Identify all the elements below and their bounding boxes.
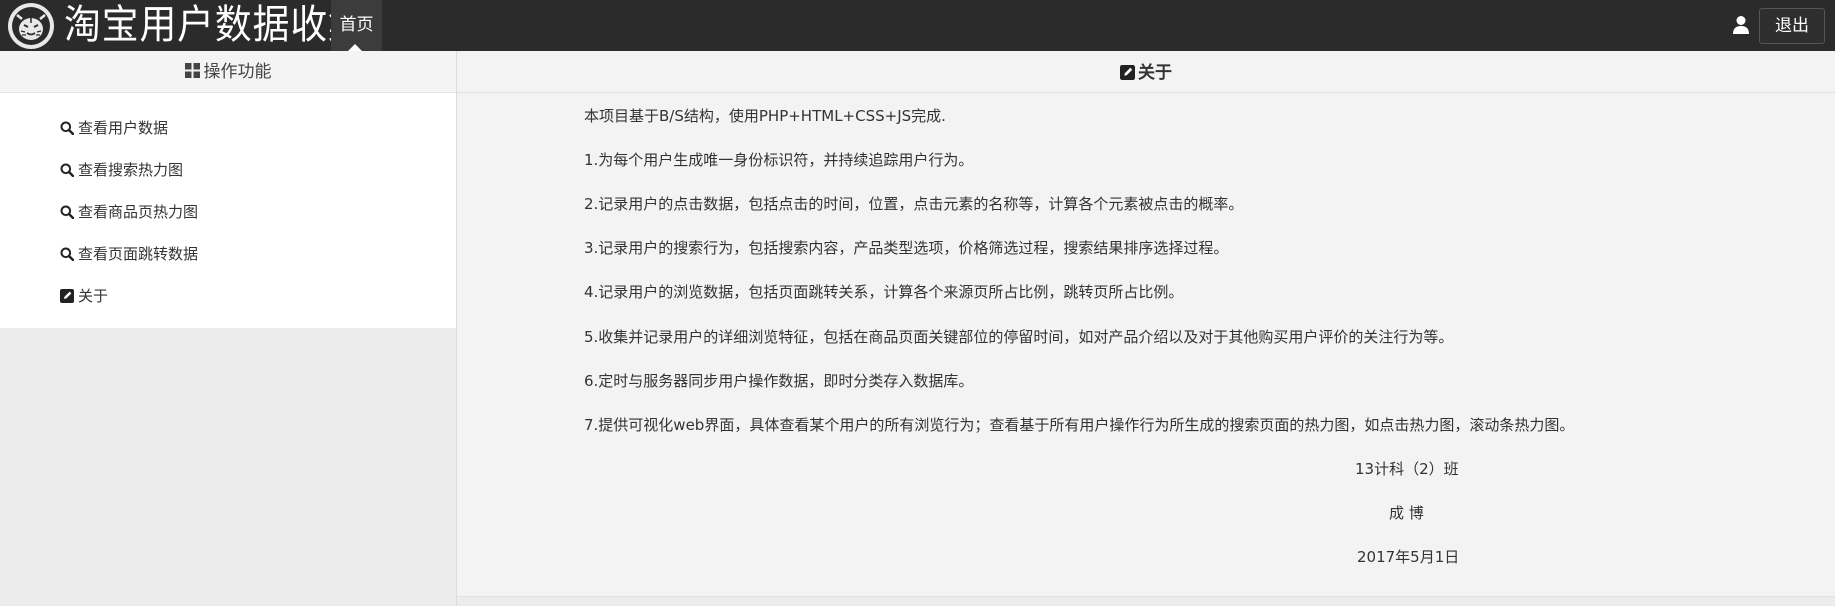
signature-class: 13计科（2）班 [1355, 460, 1459, 478]
page-title: 关于 [457, 51, 1835, 93]
brand-title[interactable]: 淘宝用户数据收集 [64, 0, 366, 51]
feature-item-6: 6.定时与服务器同步用户操作数据，即时分类存入数据库。 [584, 372, 974, 390]
sidebar-item-label: 查看页面跳转数据 [78, 245, 199, 263]
sidebar-item-label: 查看搜索热力图 [78, 161, 184, 179]
sidebar-item-label: 关于 [78, 287, 109, 305]
edit-icon [60, 289, 74, 303]
sidebar-item-product-heatmap[interactable]: 查看商品页热力图 [60, 199, 198, 225]
sidebar-item-page-jump-data[interactable]: 查看页面跳转数据 [60, 241, 198, 267]
user-icon[interactable] [1732, 15, 1750, 35]
search-icon [60, 163, 75, 178]
feature-item-1: 1.为每个用户生成唯一身份标识符，并持续追踪用户行为。 [584, 151, 974, 169]
main-content: 关于 本项目基于B/S结构，使用PHP+HTML+CSS+JS完成. 1.为每个… [457, 51, 1835, 596]
search-icon [60, 121, 75, 136]
sidebar-menu: 查看用户数据 查看搜索热力图 查看商品页热力图 查看页面跳转数据 关于 [0, 93, 456, 328]
feature-item-4: 4.记录用户的浏览数据，包括页面跳转关系，计算各个来源页所占比例，跳转页所占比例… [584, 283, 1184, 301]
signature-author: 成 博 [1389, 504, 1424, 522]
search-icon [60, 205, 75, 220]
footer-strip [457, 596, 1835, 606]
intro-paragraph: 本项目基于B/S结构，使用PHP+HTML+CSS+JS完成. [584, 107, 946, 125]
feature-item-5: 5.收集并记录用户的详细浏览特征，包括在商品页面关键部位的停留时间，如对产品介绍… [584, 328, 1454, 346]
page-title-label: 关于 [1138, 63, 1172, 83]
top-navbar: 淘宝用户数据收集 首页 退出 [0, 0, 1835, 51]
active-tab-caret [348, 44, 362, 51]
logout-button[interactable]: 退出 [1759, 8, 1825, 44]
sidebar-item-about[interactable]: 关于 [60, 283, 108, 309]
sidebar-header: 操作功能 [0, 51, 456, 93]
signature-date: 2017年5月1日 [1357, 548, 1460, 566]
sidebar-item-view-user-data[interactable]: 查看用户数据 [60, 115, 168, 141]
feature-item-2: 2.记录用户的点击数据，包括点击的时间，位置，点击元素的名称等，计算各个元素被点… [584, 195, 1244, 213]
sidebar-header-label: 操作功能 [203, 62, 272, 82]
tiger-logo-icon [8, 3, 54, 49]
feature-item-3: 3.记录用户的搜索行为，包括搜索内容，产品类型选项，价格筛选过程，搜索结果排序选… [584, 239, 1229, 257]
search-icon [60, 247, 75, 262]
sidebar-item-label: 查看商品页热力图 [78, 203, 199, 221]
sidebar: 操作功能 查看用户数据 查看搜索热力图 查看商品页热力图 查看页面跳转数据 关于 [0, 51, 456, 606]
grid-icon [184, 63, 200, 78]
sidebar-item-label: 查看用户数据 [78, 119, 169, 137]
edit-icon [1120, 65, 1135, 80]
feature-item-7: 7.提供可视化web界面，具体查看某个用户的所有浏览行为；查看基于所有用户操作行… [584, 416, 1575, 434]
sidebar-item-search-heatmap[interactable]: 查看搜索热力图 [60, 157, 183, 183]
